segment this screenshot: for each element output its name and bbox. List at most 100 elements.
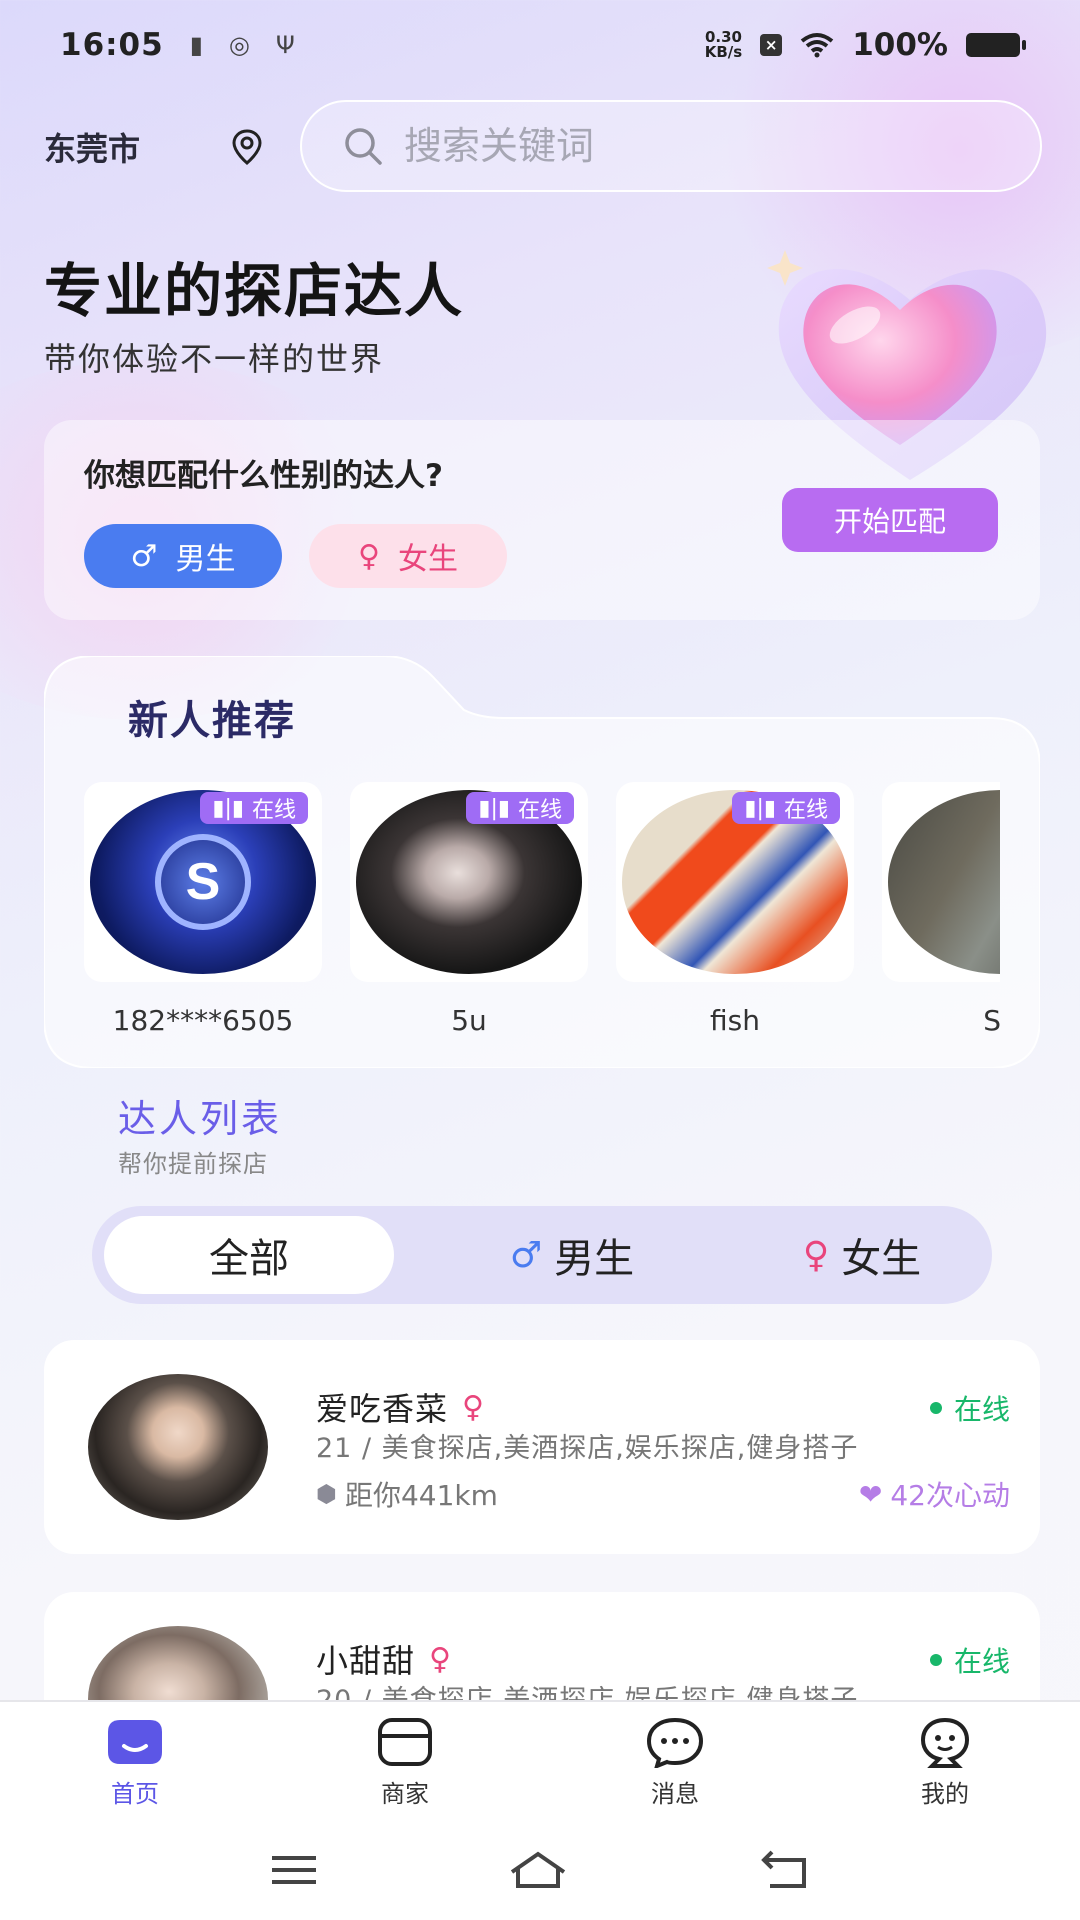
profile-icon [920,1717,970,1768]
back-icon[interactable] [758,1850,810,1890]
recommend-name: fish [710,1004,760,1032]
recommend-list[interactable]: S ▮|▮ 在线 182****6505 ▮|▮ 在线 5u ▮|▮ 在线 fi… [84,782,1000,1032]
nav-merchant[interactable]: 商家 [270,1702,540,1820]
battery-percent: 100% [852,27,948,63]
net-speed-unit: KB/s [704,43,743,61]
female-symbol-icon: ♀ [802,1234,830,1276]
talent-name: 爱吃香菜 [316,1390,449,1428]
clipboard-icon: ▮ [189,31,203,59]
male-symbol-icon: ♂ [130,538,158,574]
status-time: 16:05 [60,27,164,63]
wifi-icon [800,33,834,58]
nav-home[interactable]: 首页 [0,1702,270,1820]
home-button-icon[interactable] [508,1850,568,1890]
tab-female[interactable]: ♀ 女生 [742,1216,982,1294]
online-status-label: 在线 [953,1393,1010,1426]
recommend-name: 5u [451,1004,487,1032]
recommend-name: Sn [983,1004,1000,1032]
tab-all[interactable]: 全部 [104,1216,394,1294]
home-icon [108,1720,162,1764]
recommend-card[interactable]: S ▮|▮ 在线 [84,782,322,982]
search-input[interactable] [404,124,964,168]
recommend-item[interactable]: ▮|▮ 在线 fish [616,782,854,1032]
online-status-label: 在线 [953,1645,1010,1678]
online-badge: ▮|▮ 在线 [732,792,840,824]
online-badge-label: 在线 [251,798,296,823]
avatar [88,1374,268,1520]
nav-home-label: 首页 [111,1780,159,1808]
system-nav-bar [0,1820,1080,1920]
menu-icon[interactable] [270,1853,318,1887]
talent-name-row: 小甜甜 ♀ [316,1636,452,1682]
location-pin-icon[interactable] [228,128,266,166]
voice-wave-icon: ▮|▮ [744,795,776,821]
match-female-label: 女生 [397,542,458,577]
chat-bubble-icon [646,1717,704,1768]
nav-profile-label: 我的 [921,1780,969,1808]
recommend-item[interactable]: Sn [882,782,1000,1032]
net-speed: 0.30 KB/s [705,30,742,60]
sim-off-icon: × [760,34,783,56]
recommend-title: 新人推荐 [128,698,296,744]
match-female-button[interactable]: ♀ 女生 [309,524,507,588]
voice-wave-icon: ▮|▮ [212,795,244,821]
status-icons: ▮ ◎ Ψ [190,31,295,59]
online-badge: ▮|▮ 在线 [466,792,574,824]
recommend-card[interactable] [882,782,1000,982]
online-status: 在线 [929,1388,1010,1428]
voice-wave-icon: ▮|▮ [478,795,510,821]
location-pin-icon: ⬢ [316,1480,337,1508]
tab-all-label: 全部 [209,1236,289,1282]
talent-list-title: 达人列表 [118,1097,283,1141]
recommend-item[interactable]: ▮|▮ 在线 5u [350,782,588,1032]
heartbeat-count-label: 42次心动 [890,1479,1010,1512]
nav-profile[interactable]: 我的 [810,1702,1080,1820]
double-heart-icon: ❤ [858,1477,883,1511]
nav-messages-label: 消息 [651,1780,699,1808]
online-status: 在线 [929,1640,1010,1680]
gender-match-card: 你想匹配什么性别的达人? ♂ 男生 ♀ 女生 开始匹配 [44,420,1040,620]
info-icon: ◎ [228,31,250,59]
tab-male[interactable]: ♂ 男生 [452,1216,692,1294]
talent-tags: 21 / 美食探店,美酒探店,娱乐探店,健身搭子 [316,1433,859,1464]
hero-title: 专业的探店达人 [44,257,465,325]
female-symbol-icon: ♀ [429,1641,452,1677]
male-symbol-icon: ♂ [509,1234,543,1276]
search-bar[interactable] [300,100,1042,192]
distance: ⬢ 距你441km [316,1474,498,1514]
match-male-label: 男生 [175,542,236,577]
online-dot-icon [929,1654,942,1666]
city-selector[interactable]: 东莞市 [44,124,140,170]
search-icon [345,128,382,165]
heartbeat-count: ❤ 42次心动 [859,1474,1010,1514]
online-dot-icon [929,1402,942,1414]
match-question: 你想匹配什么性别的达人? [84,458,443,494]
start-match-button[interactable]: 开始匹配 [782,488,998,552]
tab-female-label: 女生 [841,1236,922,1282]
store-icon [378,1718,432,1766]
talent-card[interactable]: 爱吃香菜 ♀ 在线 21 / 美食探店,美酒探店,娱乐探店,健身搭子 ⬢ 距你4… [44,1340,1040,1554]
battery-icon [966,33,1026,57]
hero-subtitle: 带你体验不一样的世界 [44,340,385,378]
usb-icon: Ψ [275,31,295,59]
bottom-nav: 首页 商家 消息 我的 [0,1700,1080,1820]
tab-male-label: 男生 [554,1236,635,1282]
status-bar: 16:05 ▮ ◎ Ψ 0.30 KB/s × 100% [0,0,1080,90]
female-symbol-icon: ♀ [358,538,380,574]
recommend-card[interactable]: ▮|▮ 在线 [350,782,588,982]
recommend-item[interactable]: S ▮|▮ 在线 182****6505 [84,782,322,1032]
female-symbol-icon: ♀ [462,1389,485,1425]
nav-messages[interactable]: 消息 [540,1702,810,1820]
gender-filter-tabs: 全部 ♂ 男生 ♀ 女生 [92,1206,992,1304]
recommend-card[interactable]: ▮|▮ 在线 [616,782,854,982]
recommend-name: 182****6505 [112,1004,294,1032]
online-badge: ▮|▮ 在线 [200,792,308,824]
online-badge-label: 在线 [783,798,828,823]
talent-name-row: 爱吃香菜 ♀ [316,1384,485,1430]
talent-name: 小甜甜 [316,1642,416,1680]
avatar [888,790,1000,974]
online-badge-label: 在线 [517,798,562,823]
match-male-button[interactable]: ♂ 男生 [84,524,282,588]
distance-label: 距你441km [344,1479,498,1512]
new-recommend-section: 新人推荐 S ▮|▮ 在线 182****6505 ▮|▮ 在线 5u ▮|▮ … [44,656,1040,1068]
